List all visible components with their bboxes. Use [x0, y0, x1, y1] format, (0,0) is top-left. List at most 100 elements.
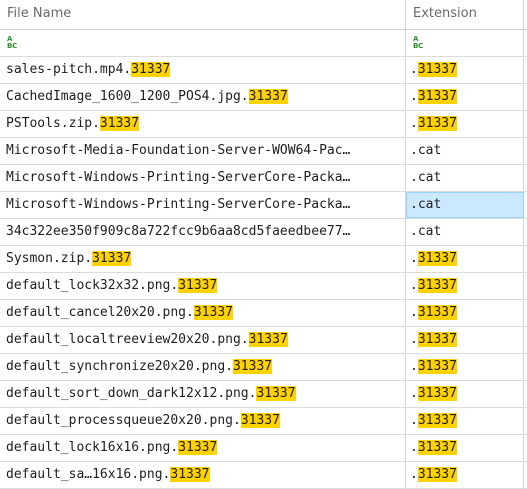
extension-cell[interactable]: .31337 [406, 273, 524, 299]
extension-cell[interactable]: .cat [406, 165, 524, 191]
search-match-highlight: 31337 [417, 332, 457, 347]
abc-filter-icon[interactable]: A BC [413, 36, 423, 50]
table-row[interactable]: Microsoft-Windows-Printing-ServerCore-Pa… [0, 192, 527, 219]
search-match-highlight: 31337 [417, 359, 457, 374]
search-match-highlight: 31337 [240, 413, 280, 428]
extension-cell[interactable]: .31337 [406, 111, 524, 137]
file-name-cell[interactable]: PSTools.zip.31337 [0, 111, 406, 137]
table-row[interactable]: default_lock32x32.png.31337.31337 [0, 273, 527, 300]
file-name-text: default_lock32x32.png. [6, 278, 179, 293]
file-name-text: Microsoft-Windows-Printing-ServerCore-Pa… [6, 170, 351, 185]
table-row[interactable]: Sysmon.zip.31337.31337 [0, 246, 527, 273]
search-match-highlight: 31337 [417, 89, 457, 104]
file-name-cell[interactable]: CachedImage_1600_1200_POS4.jpg.31337 [0, 84, 406, 110]
search-match-highlight: 31337 [170, 467, 210, 482]
table-row[interactable]: Microsoft-Windows-Printing-ServerCore-Pa… [0, 165, 527, 192]
file-name-cell[interactable]: Microsoft-Windows-Printing-ServerCore-Pa… [0, 165, 406, 191]
extension-text: .cat [410, 143, 442, 158]
extension-text: .cat [410, 170, 442, 185]
filter-row: A BC A BC [0, 30, 527, 57]
file-name-cell[interactable]: default_sort_down_dark12x12.png.31337 [0, 381, 406, 407]
search-match-highlight: 31337 [178, 278, 218, 293]
search-match-highlight: 31337 [232, 359, 273, 374]
table-row[interactable]: sales-pitch.mp4.31337.31337 [0, 57, 527, 84]
table-row[interactable]: default_sa…16x16.png.31337.31337 [0, 462, 527, 489]
extension-text: . [410, 305, 418, 320]
search-match-highlight: 31337 [193, 305, 233, 320]
table-row[interactable]: default_localtreeview20x20.png.31337.313… [0, 327, 527, 354]
search-match-highlight: 31337 [92, 251, 132, 266]
extension-text: . [410, 386, 418, 401]
table-row[interactable]: default_sort_down_dark12x12.png.31337.31… [0, 381, 527, 408]
header-row: File Name Extension [0, 0, 527, 30]
file-grid: File Name Extension A BC A BC sales-pitch.… [0, 0, 527, 489]
file-name-text: default_cancel20x20.png. [6, 305, 194, 320]
search-match-highlight: 31337 [178, 440, 218, 455]
table-row[interactable]: default_synchronize20x20.png.31337.31337 [0, 354, 527, 381]
search-match-highlight: 31337 [248, 332, 288, 347]
file-name-text: sales-pitch.mp4. [6, 62, 132, 77]
extension-text: .cat [410, 197, 442, 212]
file-name-cell[interactable]: Microsoft-Media-Foundation-Server-WOW64-… [0, 138, 406, 164]
table-row[interactable]: PSTools.zip.31337.31337 [0, 111, 527, 138]
column-header-file-name[interactable]: File Name [0, 0, 406, 29]
extension-cell[interactable]: .cat [406, 138, 524, 164]
extension-text: . [410, 467, 418, 482]
file-name-text: PSTools.zip. [6, 116, 100, 131]
file-name-text: default_synchronize20x20.png. [6, 359, 233, 374]
extension-cell[interactable]: .31337 [406, 435, 524, 461]
abc-filter-icon[interactable]: A BC [7, 36, 17, 50]
table-row[interactable]: CachedImage_1600_1200_POS4.jpg.31337.313… [0, 84, 527, 111]
table-row[interactable]: default_lock16x16.png.31337.31337 [0, 435, 527, 462]
extension-cell[interactable]: .31337 [406, 354, 524, 380]
extension-cell[interactable]: .31337 [406, 381, 524, 407]
search-match-highlight: 31337 [417, 251, 457, 266]
file-name-cell[interactable]: default_processqueue20x20.png.31337 [0, 408, 406, 434]
file-name-cell[interactable]: default_localtreeview20x20.png.31337 [0, 327, 406, 353]
extension-cell[interactable]: .31337 [406, 300, 524, 326]
extension-cell[interactable]: .31337 [406, 57, 524, 83]
extension-cell[interactable]: .31337 [406, 246, 524, 272]
search-match-highlight: 31337 [417, 116, 457, 131]
search-match-highlight: 31337 [417, 467, 457, 482]
extension-cell[interactable]: .31337 [406, 408, 524, 434]
file-name-cell[interactable]: 34c322ee350f909c8a722fcc9b6aa8cd5faeedbe… [0, 219, 406, 245]
extension-text: . [410, 89, 418, 104]
extension-text: . [410, 278, 418, 293]
file-name-text: CachedImage_1600_1200_POS4.jpg. [6, 89, 249, 104]
extension-text: .cat [410, 224, 442, 239]
file-name-text: default_sort_down_dark12x12.png. [6, 386, 257, 401]
extension-cell[interactable]: .cat [406, 219, 524, 245]
search-match-highlight: 31337 [256, 386, 296, 401]
table-row[interactable]: default_cancel20x20.png.31337.31337 [0, 300, 527, 327]
column-header-extension[interactable]: Extension [406, 0, 524, 29]
search-match-highlight: 31337 [417, 278, 457, 293]
extension-cell[interactable]: .cat [406, 192, 524, 218]
extension-filter-cell[interactable]: A BC [406, 30, 524, 56]
table-row[interactable]: Microsoft-Media-Foundation-Server-WOW64-… [0, 138, 527, 165]
extension-cell[interactable]: .31337 [406, 84, 524, 110]
file-name-cell[interactable]: default_cancel20x20.png.31337 [0, 300, 406, 326]
file-name-text: Microsoft-Media-Foundation-Server-WOW64-… [6, 143, 351, 158]
extension-text: . [410, 116, 418, 131]
file-name-filter-cell[interactable]: A BC [0, 30, 406, 56]
file-name-cell[interactable]: Sysmon.zip.31337 [0, 246, 406, 272]
file-name-text: 34c322ee350f909c8a722fcc9b6aa8cd5faeedbe… [6, 224, 351, 239]
file-name-cell[interactable]: Microsoft-Windows-Printing-ServerCore-Pa… [0, 192, 406, 218]
file-name-cell[interactable]: default_sa…16x16.png.31337 [0, 462, 406, 488]
extension-cell[interactable]: .31337 [406, 327, 524, 353]
file-name-cell[interactable]: default_lock32x32.png.31337 [0, 273, 406, 299]
table-row[interactable]: default_processqueue20x20.png.31337.3133… [0, 408, 527, 435]
extension-text: . [410, 62, 418, 77]
file-name-text: default_lock16x16.png. [6, 440, 179, 455]
extension-text: . [410, 440, 418, 455]
extension-cell[interactable]: .31337 [406, 462, 524, 488]
file-name-text: default_sa…16x16.png. [6, 467, 171, 482]
search-match-highlight: 31337 [131, 62, 171, 77]
file-name-cell[interactable]: default_synchronize20x20.png.31337 [0, 354, 406, 380]
search-match-highlight: 31337 [417, 386, 457, 401]
search-match-highlight: 31337 [99, 116, 140, 131]
file-name-cell[interactable]: sales-pitch.mp4.31337 [0, 57, 406, 83]
table-row[interactable]: 34c322ee350f909c8a722fcc9b6aa8cd5faeedbe… [0, 219, 527, 246]
file-name-cell[interactable]: default_lock16x16.png.31337 [0, 435, 406, 461]
